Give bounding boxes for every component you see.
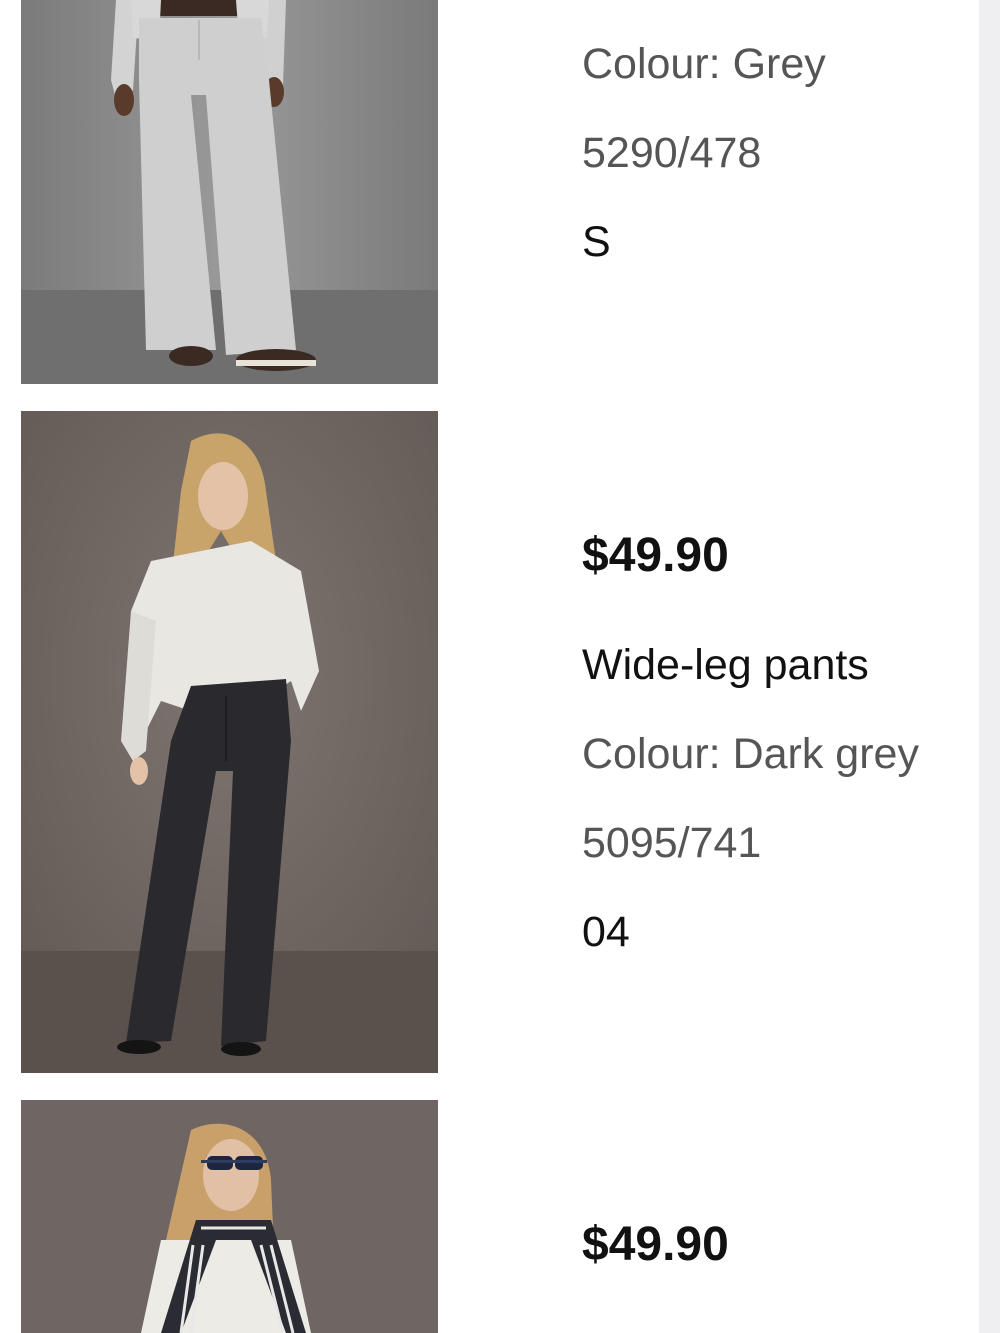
- product-size: 04: [582, 908, 630, 956]
- product-price: $49.90: [582, 529, 729, 582]
- cart-item: Colour: Grey 5290/478 S: [0, 0, 979, 384]
- product-article-number: 5290/478: [582, 129, 762, 177]
- cart-item: $49.90 Wide-leg pants Colour: Dark grey …: [0, 411, 979, 1073]
- cart-item: $49.90: [0, 1100, 979, 1333]
- product-colour: Colour: Dark grey: [582, 730, 919, 778]
- product-article-number: 5095/741: [582, 819, 762, 867]
- product-colour: Colour: Grey: [582, 40, 826, 88]
- product-image[interactable]: [21, 411, 438, 1073]
- shopping-bag-list: Colour: Grey 5290/478 S $49.90 Wide-leg …: [0, 0, 979, 1333]
- product-size: S: [582, 218, 611, 266]
- product-name[interactable]: Wide-leg pants: [582, 640, 869, 690]
- product-price: $49.90: [582, 1218, 729, 1271]
- product-image[interactable]: [21, 1100, 438, 1333]
- product-image[interactable]: [21, 0, 438, 384]
